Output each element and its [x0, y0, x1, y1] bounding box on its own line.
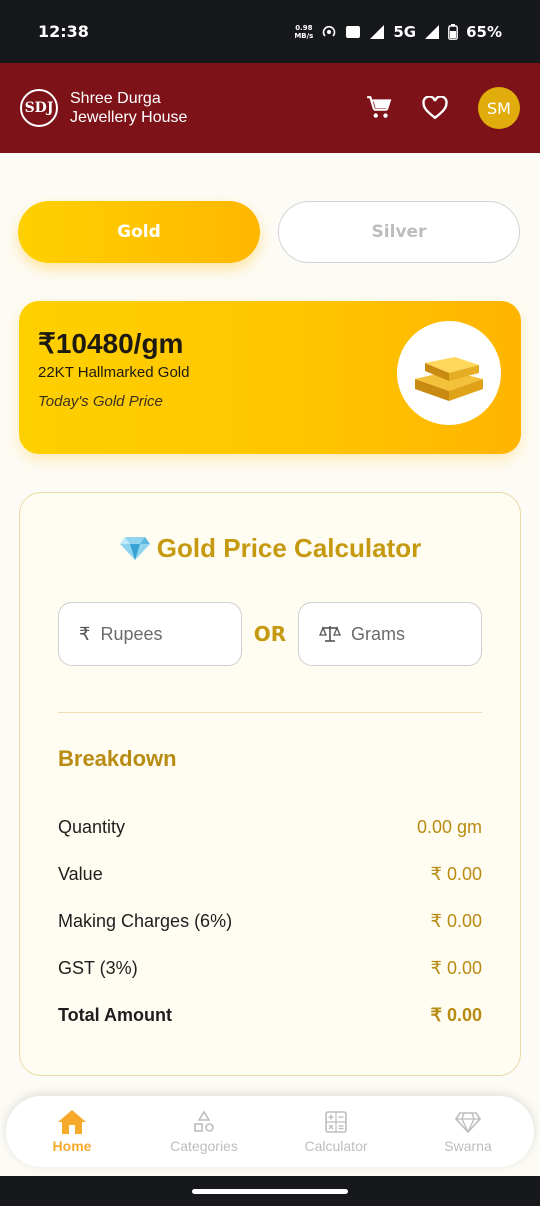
user-avatar[interactable]: SM: [478, 87, 520, 129]
nav-home[interactable]: Home: [6, 1109, 138, 1154]
hotspot-icon: [323, 25, 336, 37]
breakdown-value: 0.00 gm: [416, 817, 482, 837]
app-header: SDJ Shree Durga Jewellery House SM: [0, 63, 540, 153]
system-nav-bar: [0, 1176, 540, 1206]
bottom-nav: Home Categories Calculator Swarna: [6, 1096, 534, 1167]
metal-toggle: Gold Silver: [18, 201, 522, 264]
breakdown-label: Making Charges (6%): [58, 911, 233, 931]
rupees-input[interactable]: ₹ Rupees: [58, 602, 242, 666]
nav-label: Calculator: [304, 1138, 368, 1154]
breakdown-row-quantity: Quantity 0.00 gm: [58, 804, 482, 851]
cart-icon[interactable]: [366, 95, 392, 121]
rupee-icon: ₹: [79, 623, 91, 644]
status-icons: 0.98 MB/s 5G 65%: [294, 23, 502, 41]
home-icon: [58, 1110, 86, 1134]
volte-icon: [346, 25, 361, 38]
nav-label: Home: [52, 1138, 92, 1154]
or-label: OR: [253, 622, 287, 646]
shapes-icon: [194, 1110, 214, 1132]
nav-calculator[interactable]: Calculator: [270, 1109, 402, 1154]
brand-logo[interactable]: SDJ: [20, 89, 58, 127]
nav-label: Swarna: [444, 1138, 492, 1154]
diamond-icon: [455, 1112, 481, 1133]
breakdown-list: Quantity 0.00 gm Value ₹ 0.00 Making Cha…: [58, 804, 482, 1039]
scale-icon: [319, 626, 341, 642]
signal-icon-2: [425, 24, 440, 39]
grams-input[interactable]: Grams: [298, 602, 482, 666]
brand-name: Shree Durga Jewellery House: [70, 89, 187, 127]
calculator-title: Gold Price Calculator: [156, 533, 422, 563]
signal-icon: [370, 24, 385, 39]
network-speed: 0.98 MB/s: [294, 24, 313, 40]
gold-tab[interactable]: Gold: [18, 201, 260, 263]
gold-bar-icon: [415, 357, 483, 401]
breakdown-row-total: Total Amount ₹ 0.00: [58, 992, 482, 1039]
calculator-inputs: ₹ Rupees OR Grams: [58, 602, 482, 666]
brand-line-2: Jewellery House: [70, 109, 188, 126]
nav-label: Categories: [170, 1138, 238, 1154]
calculator-heading: Gold Price Calculator: [58, 533, 482, 564]
breakdown-label: Quantity: [58, 817, 126, 837]
speed-value: 0.98: [295, 23, 313, 32]
grams-placeholder: Grams: [351, 623, 405, 644]
total-value: ₹ 0.00: [430, 1005, 483, 1025]
nav-categories[interactable]: Categories: [138, 1109, 270, 1154]
speed-unit: MB/s: [294, 31, 314, 40]
breakdown-row-gst: GST (3%) ₹ 0.00: [58, 945, 482, 992]
silver-tab[interactable]: Silver: [278, 201, 520, 263]
brand-line-1: Shree Durga: [70, 90, 161, 107]
battery-icon: [448, 23, 458, 40]
network-type: 5G: [393, 22, 417, 41]
breakdown-title: Breakdown: [58, 746, 177, 771]
battery-level: 65%: [466, 22, 502, 41]
header-actions: SM: [366, 87, 520, 129]
breakdown-value: ₹ 0.00: [430, 864, 483, 884]
status-bar: 12:38 0.98 MB/s 5G 65%: [0, 0, 540, 63]
rupees-placeholder: Rupees: [100, 623, 163, 644]
status-time: 12:38: [38, 22, 89, 41]
total-label: Total Amount: [58, 1005, 172, 1025]
calculator-icon: [325, 1111, 347, 1133]
breakdown-label: Value: [58, 864, 103, 884]
breakdown-value: ₹ 0.00: [430, 911, 483, 931]
home-indicator[interactable]: [192, 1188, 348, 1194]
breakdown-value: ₹ 0.00: [430, 958, 483, 978]
calculator-divider: [58, 712, 482, 713]
breakdown-row-value: Value ₹ 0.00: [58, 851, 482, 898]
gold-bar-badge: [397, 321, 501, 425]
gold-price-card: ₹10480/gm 22KT Hallmarked Gold Today's G…: [19, 301, 521, 454]
wishlist-heart-icon[interactable]: [422, 96, 448, 120]
calculator-card: Gold Price Calculator ₹ Rupees OR Grams …: [19, 492, 521, 1076]
breakdown-label: GST (3%): [58, 958, 138, 978]
nav-swarna[interactable]: Swarna: [402, 1109, 534, 1154]
diamond-emoji-icon: [119, 537, 150, 560]
breakdown-row-making-charges: Making Charges (6%) ₹ 0.00: [58, 898, 482, 945]
